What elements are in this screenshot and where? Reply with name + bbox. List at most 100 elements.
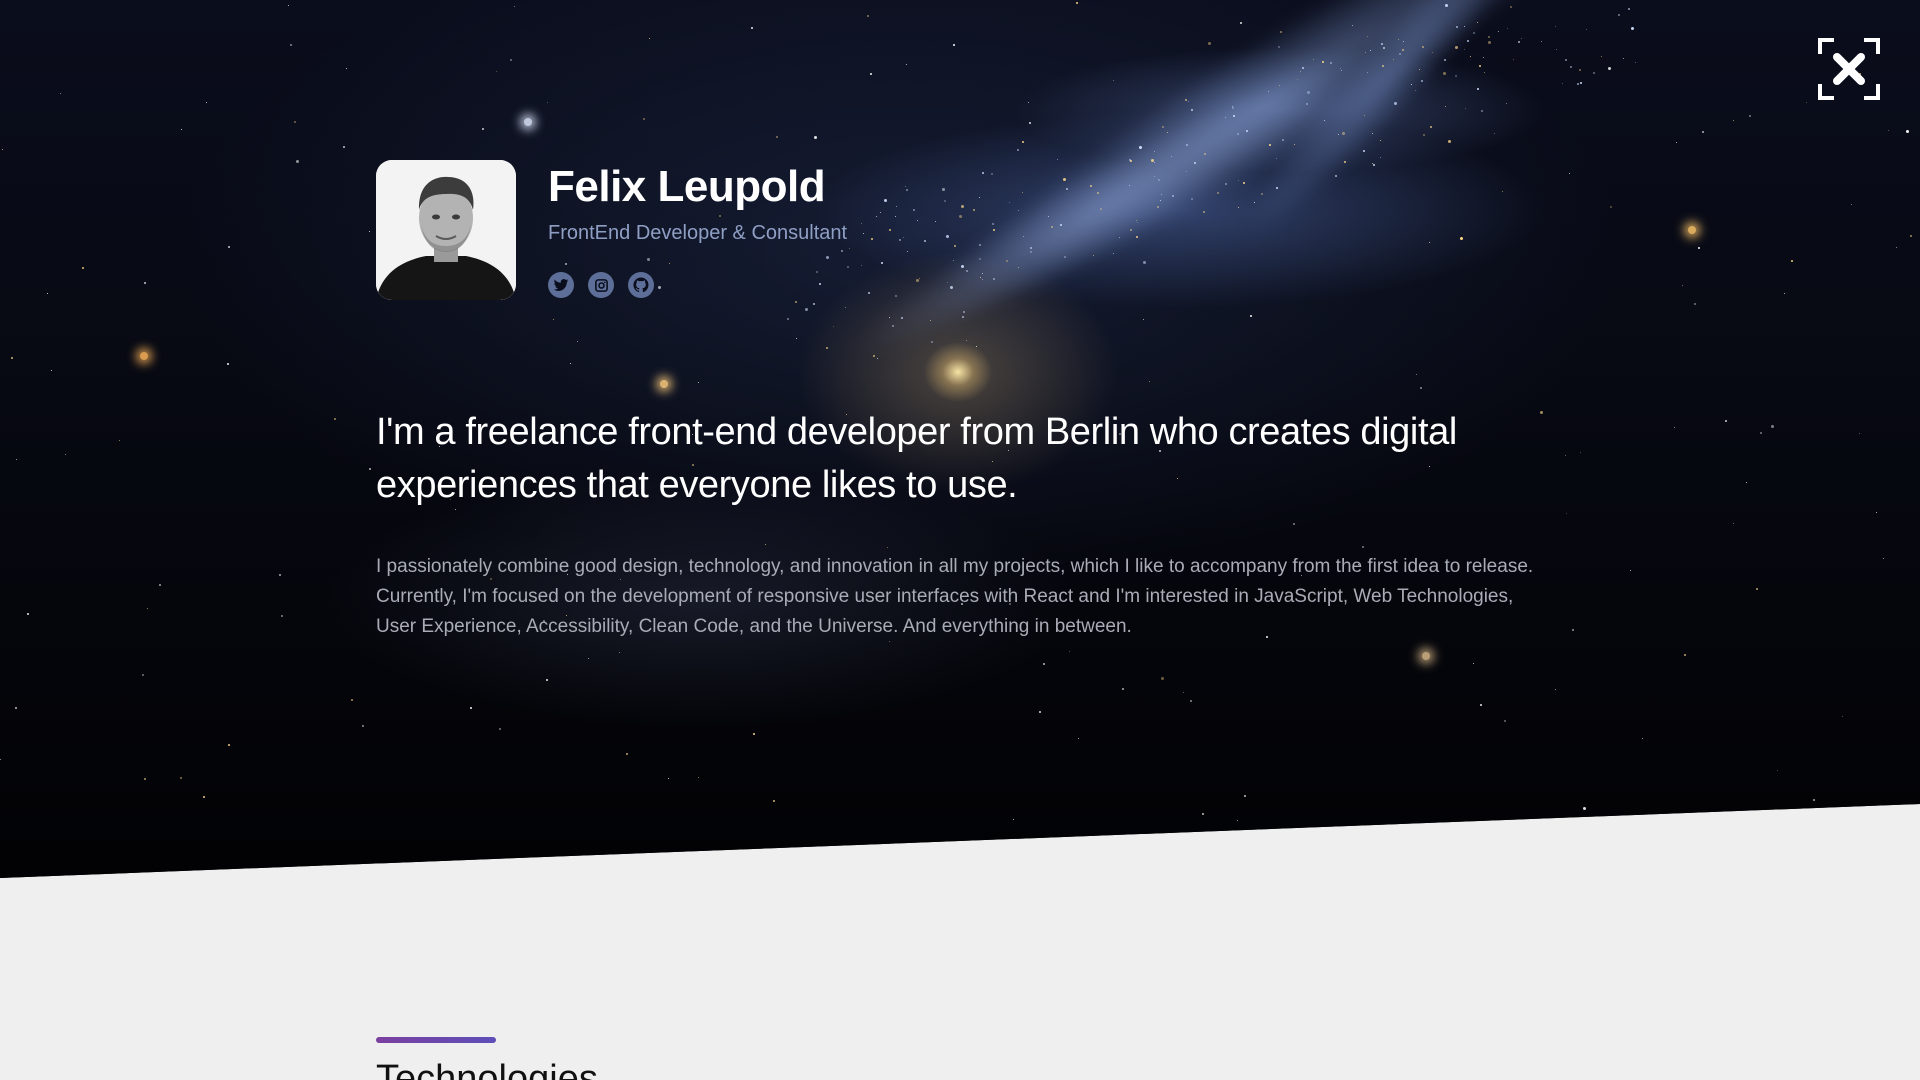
star [866, 14, 869, 17]
star [1493, 133, 1495, 135]
star [1334, 174, 1337, 177]
bright-star [524, 118, 532, 126]
star [905, 188, 908, 191]
star [916, 219, 918, 221]
star [923, 239, 926, 242]
star [894, 295, 897, 297]
star [577, 340, 578, 342]
star [1143, 260, 1147, 264]
star [1444, 3, 1448, 7]
page: Felix Leupold FrontEnd Developer & Consu… [0, 0, 1920, 1080]
star [1171, 194, 1174, 197]
twitter-icon[interactable] [548, 272, 574, 298]
star [978, 243, 981, 246]
star [1292, 522, 1295, 525]
star [1063, 256, 1066, 259]
star [59, 92, 61, 94]
star [902, 237, 904, 239]
star [1501, 190, 1503, 192]
star [861, 222, 863, 224]
profile-name: Felix Leupold [548, 162, 826, 211]
star [953, 244, 956, 247]
star [1444, 106, 1446, 108]
star [1479, 703, 1482, 706]
star [1153, 150, 1155, 152]
star [880, 261, 883, 264]
star [1414, 90, 1416, 92]
star [891, 324, 894, 327]
star [1675, 141, 1677, 143]
star [1393, 102, 1397, 106]
profile-role: FrontEnd Developer & Consultant [548, 222, 848, 244]
star [498, 727, 501, 730]
star [642, 117, 645, 120]
star [1554, 25, 1556, 27]
star [1371, 132, 1373, 134]
bright-star [1688, 226, 1696, 234]
star [1505, 102, 1507, 104]
star [1216, 191, 1219, 194]
star [991, 222, 994, 225]
star [1136, 221, 1138, 223]
star [588, 657, 590, 659]
star [1030, 250, 1033, 253]
star [1005, 259, 1008, 262]
star [1503, 720, 1506, 723]
avatar [376, 160, 516, 300]
star [1187, 101, 1189, 103]
star [1749, 114, 1752, 117]
star [1806, 101, 1808, 103]
intro-headline: I'm a freelance front-end developer from… [376, 411, 1457, 506]
star [1224, 116, 1226, 118]
star [226, 362, 229, 365]
star [1381, 65, 1384, 68]
instagram-icon[interactable] [588, 272, 614, 298]
star [1280, 30, 1283, 33]
star [869, 72, 872, 75]
star [618, 651, 620, 653]
close-fullscreen-icon[interactable] [1818, 38, 1880, 100]
star [1674, 426, 1675, 428]
star [81, 266, 84, 269]
star [1813, 798, 1816, 801]
star [752, 733, 755, 736]
star [361, 724, 364, 727]
star [1419, 68, 1420, 70]
hero-section: Felix Leupold FrontEnd Developer & Consu… [0, 0, 1920, 878]
star [14, 706, 17, 709]
star [141, 673, 144, 676]
bright-star [1422, 652, 1430, 660]
star [1028, 121, 1031, 124]
star [992, 228, 995, 231]
star [1887, 129, 1889, 131]
star [1022, 235, 1024, 237]
star [1399, 52, 1402, 55]
star [481, 128, 484, 131]
star [509, 58, 512, 61]
github-icon[interactable] [628, 272, 654, 298]
star [1277, 45, 1280, 48]
bright-star [660, 380, 668, 388]
star [1379, 140, 1381, 142]
star [840, 250, 843, 253]
star [813, 302, 816, 305]
star [1607, 66, 1611, 70]
star [825, 255, 829, 259]
star [1371, 162, 1373, 164]
star [1578, 69, 1581, 72]
star [1323, 120, 1325, 122]
star [972, 208, 975, 211]
star [1609, 206, 1612, 209]
star [1463, 48, 1465, 50]
star [1237, 179, 1239, 181]
star [1281, 138, 1284, 141]
star [1364, 51, 1366, 53]
star [764, 543, 766, 545]
star [1402, 48, 1405, 51]
star [1135, 235, 1138, 238]
star [814, 135, 818, 139]
star [1380, 43, 1383, 46]
star [870, 238, 873, 241]
star [667, 777, 669, 779]
star [179, 776, 182, 779]
